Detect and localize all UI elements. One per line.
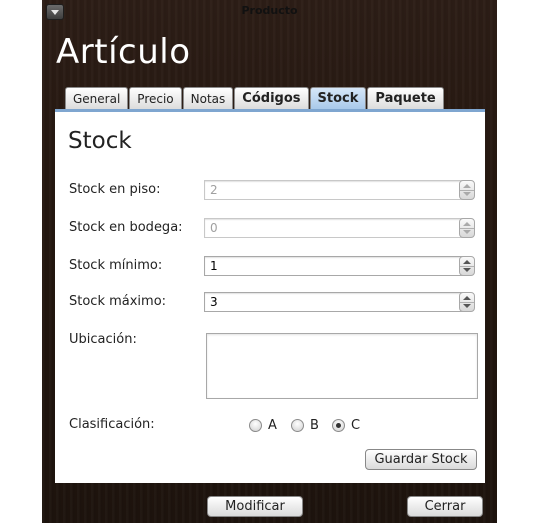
stock-piso-label: Stock en piso: (69, 182, 161, 197)
guardar-stock-button[interactable]: Guardar Stock (365, 449, 477, 470)
stepper-down-icon[interactable] (460, 266, 474, 275)
stock-bodega-spinner: 0 (204, 218, 475, 238)
stock-piso-stepper (459, 180, 475, 200)
stock-minimo-label: Stock mínimo: (69, 258, 163, 273)
stock-maximo-input[interactable]: 3 (204, 292, 463, 312)
clasificacion-label: Clasificación: (69, 417, 155, 432)
stock-minimo-stepper (459, 256, 475, 276)
tab-bar: General Precio Notas Códigos Stock Paque… (65, 87, 445, 111)
radio-checked-icon[interactable] (332, 418, 345, 432)
stock-maximo-spinner: 3 (204, 292, 475, 312)
title-bar: Producto (42, 0, 497, 22)
stock-bodega-stepper (459, 218, 475, 238)
stock-minimo-spinner: 1 (204, 256, 475, 276)
stepper-down-icon[interactable] (460, 302, 474, 311)
stock-bodega-label: Stock en bodega: (69, 220, 183, 235)
clasificacion-radio-a[interactable]: A (249, 416, 277, 434)
radio-label-b: B (310, 417, 319, 433)
radio-label-c: C (351, 417, 361, 433)
tab-codigos[interactable]: Códigos (234, 87, 309, 109)
stepper-down-icon (460, 228, 474, 237)
stepper-down-icon (460, 190, 474, 199)
stock-maximo-stepper (459, 292, 475, 312)
stock-maximo-label: Stock máximo: (69, 294, 167, 309)
radio-unchecked-icon[interactable] (291, 418, 304, 432)
stock-minimo-input[interactable]: 1 (204, 256, 463, 276)
tab-precio[interactable]: Precio (129, 87, 182, 109)
tab-notas[interactable]: Notas (182, 87, 234, 109)
radio-unchecked-icon[interactable] (249, 418, 262, 432)
cerrar-button[interactable]: Cerrar (407, 496, 483, 517)
clasificacion-radio-b[interactable]: B (291, 416, 319, 434)
modificar-button[interactable]: Modificar (207, 496, 303, 517)
product-window: Producto Artículo General Precio Notas C… (42, 0, 497, 523)
stock-panel: Stock Stock en piso: 2 Stock en bodega: … (55, 112, 485, 483)
stock-piso-spinner: 2 (204, 180, 475, 200)
stock-piso-input: 2 (204, 180, 463, 200)
clasificacion-radio-c[interactable]: C (332, 416, 360, 434)
radio-label-a: A (268, 417, 277, 433)
ubicacion-textarea[interactable] (206, 333, 478, 399)
window-title: Producto (241, 4, 298, 17)
stock-bodega-input: 0 (204, 218, 463, 238)
tab-paquete[interactable]: Paquete (367, 87, 444, 109)
tab-general[interactable]: General (65, 87, 129, 109)
tab-stock[interactable]: Stock (309, 87, 367, 109)
section-title: Stock (68, 128, 132, 154)
page-heading: Artículo (56, 32, 191, 72)
ubicacion-label: Ubicación: (69, 332, 137, 347)
